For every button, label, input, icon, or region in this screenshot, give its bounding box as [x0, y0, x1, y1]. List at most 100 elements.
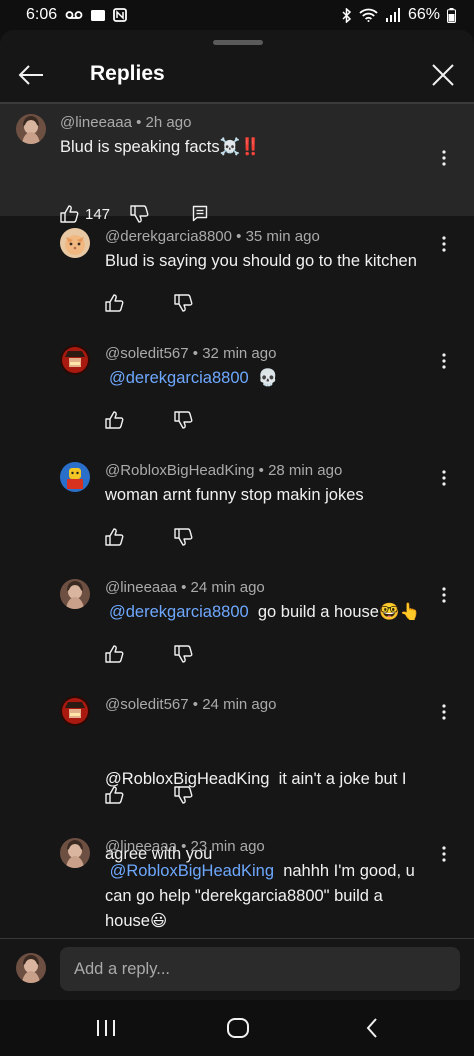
system-nav-bar [0, 1000, 474, 1056]
comment-time: 2h ago [145, 114, 192, 131]
reply-body: Blud is saying you should go to the kitc… [105, 252, 417, 270]
reply-text: Blud is saying you should go to the kitc… [105, 249, 417, 274]
page-title: Replies [90, 62, 165, 85]
recents-button[interactable] [86, 1012, 126, 1044]
nav-back-icon [366, 1018, 377, 1038]
reply-line: house [105, 912, 150, 930]
like-button[interactable] [105, 786, 124, 804]
nfc-icon [113, 8, 128, 22]
battery-icon [447, 7, 456, 23]
thumb-down-icon [130, 205, 149, 223]
dislike-button[interactable] [174, 411, 193, 429]
reply-line: can go help "derekgarcia8800" build a [105, 887, 383, 905]
more-vert-icon [442, 846, 446, 862]
more-vert-icon [442, 587, 446, 603]
reply-line: nahhh I'm good, u [283, 862, 415, 880]
home-icon [227, 1018, 249, 1038]
reply-time: 35 min ago [245, 228, 320, 245]
comment-meta: @lineeaaa • 2h ago [60, 114, 192, 131]
thumb-up-icon [105, 645, 124, 663]
more-options-button[interactable] [434, 349, 454, 373]
like-button[interactable] [105, 294, 124, 312]
reply-author[interactable]: @soledit567 [105, 345, 189, 362]
thumb-down-icon [174, 528, 193, 546]
more-options-button[interactable] [434, 583, 454, 607]
reply-time: 23 min ago [190, 838, 265, 855]
reply-input[interactable] [60, 947, 460, 991]
back-button[interactable] [14, 58, 48, 92]
back-arrow-icon [18, 65, 43, 85]
reply-item: @soledit567 • 24 min ago @RobloxBigHeadK… [0, 694, 474, 863]
more-vert-icon [442, 704, 446, 720]
reply-text: @derekgarcia8800 💀 [109, 366, 278, 391]
reply-meta: @lineeaaa • 24 min ago [105, 579, 265, 596]
more-vert-icon [442, 470, 446, 486]
like-button[interactable] [105, 645, 124, 663]
replies-sheet: Replies @lineeaaa • 2h ago Blud is speak… [0, 30, 474, 940]
comment-emoji: ☠️‼️ [219, 138, 261, 156]
more-options-button[interactable] [434, 700, 454, 724]
comment-author[interactable]: @lineeaaa [60, 114, 132, 131]
thumb-up-icon [105, 411, 124, 429]
home-button[interactable] [218, 1012, 258, 1044]
thumb-down-icon [174, 411, 193, 429]
reply-time: 24 min ago [202, 696, 277, 713]
avatar[interactable] [60, 579, 90, 609]
thumb-down-icon [174, 645, 193, 663]
dislike-button[interactable] [174, 528, 193, 546]
reply-time: 24 min ago [190, 579, 265, 596]
avatar[interactable] [60, 696, 90, 726]
reply-author[interactable]: @lineeaaa [105, 838, 177, 855]
like-button[interactable]: 147 [60, 205, 110, 223]
avatar[interactable] [60, 462, 90, 492]
battery-percent: 66% [407, 6, 440, 23]
reply-author[interactable]: @derekgarcia8800 [105, 228, 232, 245]
more-vert-icon [442, 150, 446, 166]
thumb-down-icon [174, 294, 193, 312]
more-options-button[interactable] [434, 146, 454, 170]
more-options-button[interactable] [434, 842, 454, 866]
reply-item: @derekgarcia8800 • 35 min ago Blud is sa… [0, 226, 474, 336]
close-button[interactable] [426, 58, 460, 92]
more-options-button[interactable] [434, 466, 454, 490]
reply-meta: @soledit567 • 32 min ago [105, 345, 277, 362]
parent-comment: @lineeaaa • 2h ago Blud is speaking fact… [0, 104, 474, 223]
thumb-up-icon [60, 205, 79, 223]
avatar[interactable] [16, 953, 46, 983]
reply-meta: @RobloxBigHeadKing • 28 min ago [105, 462, 343, 479]
reply-author[interactable]: @soledit567 [105, 696, 189, 713]
like-count: 147 [85, 205, 111, 223]
dislike-button[interactable] [174, 294, 193, 312]
thumb-down-icon [174, 786, 193, 804]
mention-link[interactable]: @RobloxBigHeadKing [110, 862, 274, 880]
reply-text: @RobloxBigHeadKing nahhh I'm good, u can… [105, 859, 415, 934]
thumb-up-icon [105, 528, 124, 546]
gallery-icon [91, 9, 106, 22]
status-time: 6:06 [26, 6, 58, 23]
mention-link[interactable]: @derekgarcia8800 [109, 369, 249, 387]
bluetooth-icon [342, 7, 352, 23]
avatar[interactable] [60, 345, 90, 375]
dislike-button[interactable] [174, 645, 193, 663]
reply-author[interactable]: @lineeaaa [105, 579, 177, 596]
drag-handle[interactable] [213, 40, 263, 45]
voicemail-icon [65, 9, 83, 21]
like-button[interactable] [105, 528, 124, 546]
like-button[interactable] [105, 411, 124, 429]
reply-item: @lineeaaa • 23 min ago @RobloxBigHeadKin… [0, 836, 474, 940]
avatar[interactable] [60, 228, 90, 258]
avatar[interactable] [16, 114, 46, 144]
signal-icon [385, 8, 401, 22]
comment-text: Blud is speaking facts☠️‼️ [60, 135, 261, 160]
mention-link[interactable]: @derekgarcia8800 [109, 603, 249, 621]
dislike-button[interactable] [174, 786, 193, 804]
reply-author[interactable]: @RobloxBigHeadKing [105, 462, 254, 479]
nav-back-button[interactable] [352, 1012, 392, 1044]
dislike-button[interactable] [130, 205, 149, 223]
avatar[interactable] [60, 838, 90, 868]
reply-body: woman arnt funny stop makin jokes [105, 486, 364, 504]
more-options-button[interactable] [434, 232, 454, 256]
reply-emoji: 🤓👆 [378, 603, 421, 621]
reply-time: 32 min ago [202, 345, 277, 362]
reply-button[interactable] [192, 205, 208, 222]
